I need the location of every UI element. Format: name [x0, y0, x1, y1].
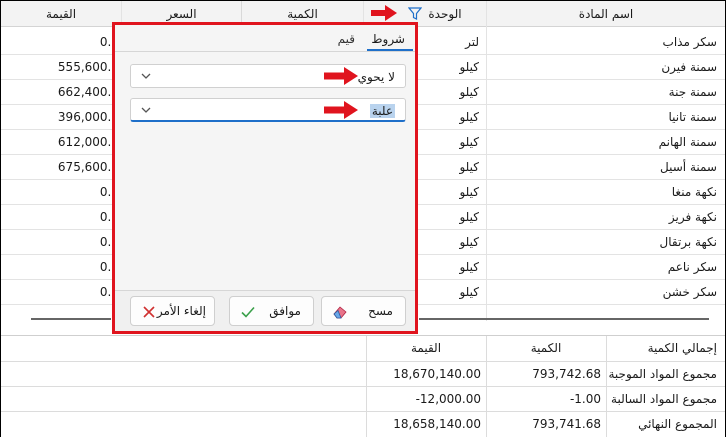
- value-cell: 0.0: [99, 210, 119, 224]
- red-arrow-icon: [324, 67, 358, 85]
- column-header-name[interactable]: اسم المادة: [486, 1, 725, 27]
- unit-cell: كيلو: [459, 85, 479, 99]
- value-cell: 396,000.0: [57, 110, 119, 124]
- chevron-down-icon[interactable]: [139, 103, 153, 117]
- material-name: سكر خشن: [662, 285, 717, 299]
- eraser-icon: [333, 306, 347, 319]
- value-input[interactable]: علبة: [130, 98, 406, 122]
- summary-row-label: مجموع المواد الموجبة: [608, 367, 717, 381]
- unit-cell: كيلو: [459, 210, 479, 224]
- material-name: سمنة أسيل: [660, 160, 717, 174]
- material-name: سمنة فيرن: [661, 60, 717, 74]
- value-cell: 612,000.0: [57, 135, 119, 149]
- column-header-label: الكمية: [287, 6, 318, 21]
- clear-button-label: مسح: [368, 304, 393, 318]
- material-name: سمنة جنة: [668, 85, 717, 99]
- red-arrow-icon: [324, 101, 358, 119]
- filter-popup: شروط قيم لا يحوي علبة مسح موافق إلغاء ال…: [112, 22, 418, 334]
- unit-cell: كيلو: [459, 285, 479, 299]
- column-header-label: الوحدة: [428, 6, 462, 21]
- summary-row-value: -12,000.00: [415, 392, 481, 406]
- summary-row-value: 18,670,140.00: [393, 367, 481, 381]
- operator-select[interactable]: لا يحوي: [130, 64, 406, 88]
- row-divider: [1, 411, 725, 412]
- horizontal-scrollbar[interactable]: [31, 318, 111, 320]
- value-cell: 675,600.0: [57, 160, 119, 174]
- unit-cell: كيلو: [459, 185, 479, 199]
- filter-button-bar: مسح موافق إلغاء الأمر: [115, 290, 415, 331]
- clear-button[interactable]: مسح: [321, 296, 406, 326]
- tab-conditions[interactable]: شروط: [371, 30, 405, 48]
- value-cell: 555,600.0: [57, 60, 119, 74]
- value-cell: 0.0: [99, 235, 119, 249]
- summary-header-value: القيمة: [410, 341, 442, 355]
- tab-values[interactable]: قيم: [338, 30, 355, 48]
- cancel-button-label: إلغاء الأمر: [156, 304, 206, 318]
- filter-icon[interactable]: [408, 7, 422, 21]
- column-header-label: اسم المادة: [578, 6, 634, 21]
- cancel-button[interactable]: إلغاء الأمر: [130, 296, 215, 326]
- value-cell: 662,400.0: [57, 85, 119, 99]
- summary-row-label: مجموع المواد السالبة: [611, 392, 717, 406]
- unit-cell: كيلو: [459, 260, 479, 274]
- selected-text: علبة: [369, 104, 395, 118]
- value-input-text: علبة: [369, 102, 395, 120]
- summary-row-value: 18,658,140.00: [393, 417, 481, 431]
- summary-row-label: المجموع النهائي: [638, 417, 717, 431]
- unit-cell: لتر: [465, 35, 479, 49]
- column-header-value[interactable]: القيمة: [1, 1, 121, 27]
- unit-cell: كيلو: [459, 110, 479, 124]
- filter-tabs: شروط قيم: [115, 25, 415, 52]
- unit-cell: كيلو: [459, 135, 479, 149]
- horizontal-scrollbar-track[interactable]: [419, 318, 709, 320]
- close-icon: [143, 306, 155, 318]
- active-tab-indicator: [367, 49, 413, 51]
- window-frame: اسم المادة الوحدة الكمية السعر القيمة سك…: [0, 0, 726, 437]
- summary-row-quantity: -1.00: [569, 392, 601, 406]
- column-header-label: السعر: [166, 6, 197, 21]
- ok-button[interactable]: موافق: [229, 296, 314, 326]
- material-name: سكر ناعم: [667, 260, 717, 274]
- operator-select-value: لا يحوي: [357, 70, 395, 84]
- summary-table: إجمالي الكمية الكمية القيمة مجموع المواد…: [1, 335, 725, 437]
- material-name: سمنة الهانم: [658, 135, 717, 149]
- material-name: سمنة تانيا: [668, 110, 717, 124]
- summary-header-total-quantity: إجمالي الكمية: [647, 341, 717, 355]
- summary-header-quantity: الكمية: [530, 341, 562, 355]
- material-name: نكهة فريز: [668, 210, 717, 224]
- column-divider: [486, 1, 487, 321]
- value-cell: 0.0: [99, 185, 119, 199]
- value-cell: 0.0: [99, 260, 119, 274]
- material-name: سكر مذاب: [662, 35, 717, 49]
- summary-row-quantity: 793,741.68: [532, 417, 601, 431]
- column-header-label: القيمة: [45, 6, 77, 21]
- unit-cell: كيلو: [459, 60, 479, 74]
- unit-cell: كيلو: [459, 235, 479, 249]
- unit-cell: كيلو: [459, 160, 479, 174]
- summary-row-quantity: 793,742.68: [532, 367, 601, 381]
- chevron-down-icon: [141, 73, 151, 79]
- value-cell: 0.0: [99, 35, 119, 49]
- checkmark-icon: [241, 306, 255, 318]
- material-name: نكهة منغا: [671, 185, 717, 199]
- red-arrow-icon: [371, 5, 397, 21]
- value-cell: 0.0: [99, 285, 119, 299]
- ok-button-label: موافق: [269, 304, 301, 318]
- material-name: نكهة برتقال: [659, 235, 718, 249]
